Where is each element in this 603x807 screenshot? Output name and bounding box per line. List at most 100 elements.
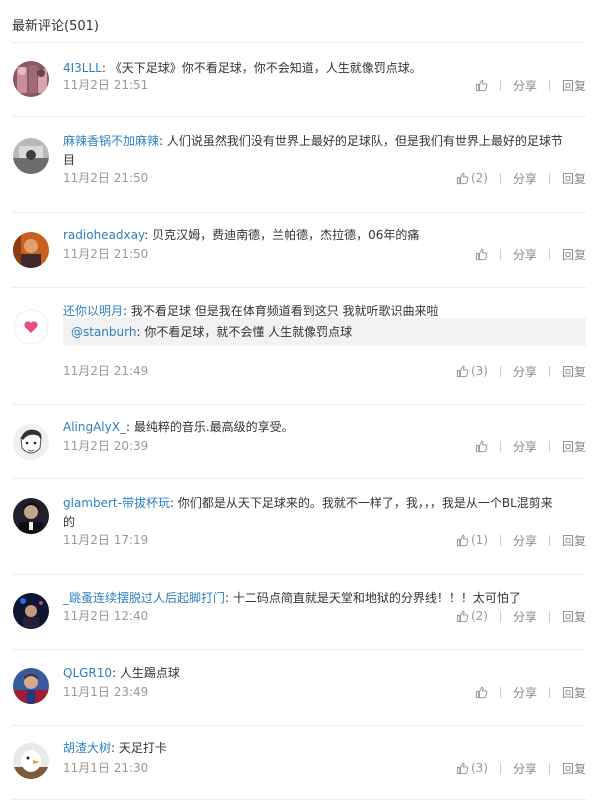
avatar-night-stage[interactable] [13,593,49,629]
action-divider [548,686,550,698]
comment-actions: 分享 回复 [475,245,586,263]
like-button[interactable] [475,79,488,92]
comment-body: radioheadxay: 贝克汉姆，费迪南德，兰帕德，杰拉德，06年的痛 [63,226,563,245]
like-button[interactable] [475,440,488,453]
share-button[interactable]: 分享 [513,77,537,94]
like-button[interactable] [475,248,488,261]
comment-actions: (3) 分享 回复 [456,362,586,380]
reply-button[interactable]: 回复 [562,760,586,777]
comment-time: 11月2日 20:39 [63,439,149,453]
like-button[interactable] [475,686,488,699]
comment-username[interactable]: 麻辣香锅不加麻辣 [63,134,159,148]
action-divider [548,172,550,184]
like-button[interactable]: (2) [456,171,488,185]
avatar-white-bird[interactable] [13,743,49,779]
share-button[interactable]: 分享 [513,760,537,777]
comment-username[interactable]: QLGR10 [63,666,112,680]
thumbs-up-icon [456,762,469,775]
comment-body: 麻辣香锅不加麻辣: 人们说虽然我们没有世界上最好的足球队，但是我们有世界上最好的… [63,132,563,170]
action-divider [499,686,501,698]
share-button[interactable]: 分享 [513,246,537,263]
comment-meta: 11月2日 20:39 分享 回复 [63,437,586,455]
comment-time: 11月2日 21:51 [63,78,149,92]
comment-meta: 11月2日 12:40 (2) 分享 回复 [63,607,586,625]
like-count: (3) [470,761,488,775]
like-count: (2) [470,171,488,185]
comment-time: 11月2日 17:19 [63,533,149,547]
quoted-text: 你不看足球，就不会懂 人生就像罚点球 [144,325,353,339]
share-button[interactable]: 分享 [513,684,537,701]
comment-item: radioheadxay: 贝克汉姆，费迪南德，兰帕德，杰拉德，06年的痛 11月… [0,212,603,287]
action-divider [548,610,550,622]
reply-button[interactable]: 回复 [562,170,586,187]
quoted-username[interactable]: @stanburh [71,325,136,339]
action-divider [548,365,550,377]
avatar-sketch-face[interactable] [13,424,49,460]
comment-text: 贝克汉姆，费迪南德，兰帕德，杰拉德，06年的痛 [148,228,420,242]
comment-meta: 11月2日 21:50 (2) 分享 回复 [63,169,586,187]
comment-body: _跳蚤连续摆脱过人后起脚打门: 十二码点简直就是天堂和地狱的分界线！！！太可怕了 [63,589,563,608]
avatar-gray-street[interactable] [13,138,49,174]
share-button[interactable]: 分享 [513,438,537,455]
comment-text: 我不看足球 但是我在体育频道看到这只 我就听歌识曲来啦 [127,304,439,318]
comment-actions: (3) 分享 回复 [456,759,586,777]
comment-username[interactable]: glambert-带拔杯玩 [63,496,170,510]
comment-text: 天足打卡 [115,741,167,755]
reply-button[interactable]: 回复 [562,684,586,701]
comment-username[interactable]: 还你以明月 [63,304,123,318]
share-button[interactable]: 分享 [513,532,537,549]
reply-button[interactable]: 回复 [562,532,586,549]
thumbs-up-icon [456,534,469,547]
comment-meta: 11月2日 21:51 分享 回复 [63,76,586,94]
reply-button[interactable]: 回复 [562,246,586,263]
comment-item: glambert-带拔杯玩: 你们都是从天下足球来的。我就不一样了，我，，，我是… [0,478,603,574]
avatar-dark-man[interactable] [13,498,49,534]
share-button[interactable]: 分享 [513,363,537,380]
comment-actions: 分享 回复 [475,76,586,94]
reply-button[interactable]: 回复 [562,608,586,625]
comment-username[interactable]: AlingAlyX_ [63,420,126,434]
comment-username[interactable]: _跳蚤连续摆脱过人后起脚打门 [63,591,225,605]
comment-meta: 11月1日 21:30 (3) 分享 回复 [63,759,586,777]
comment-item: 4I3LLL: 《天下足球》你不看足球，你不会知道，人生就像罚点球。 11月2日 … [0,43,603,116]
share-button[interactable]: 分享 [513,608,537,625]
reply-button[interactable]: 回复 [562,77,586,94]
comment-username[interactable]: radioheadxay [63,228,144,242]
share-button[interactable]: 分享 [513,170,537,187]
comment-time: 11月2日 12:40 [63,609,149,623]
comment-item: 还你以明月: 我不看足球 但是我在体育频道看到这只 我就听歌识曲来啦 @stanb… [0,287,603,404]
like-button[interactable]: (1) [456,533,488,547]
comment-time: 11月2日 21:50 [63,247,149,261]
action-divider [499,610,501,622]
reply-button[interactable]: 回复 [562,363,586,380]
comment-actions: 分享 回复 [475,437,586,455]
like-button[interactable]: (3) [456,364,488,378]
action-divider [499,172,501,184]
comment-actions: (2) 分享 回复 [456,607,586,625]
comment-time: 11月1日 23:49 [63,685,149,699]
comment-body: glambert-带拔杯玩: 你们都是从天下足球来的。我就不一样了，我，，，我是… [63,494,563,532]
quoted-reply: @stanburh: 你不看足球，就不会懂 人生就像罚点球 [63,318,586,346]
avatar-pink-crowd[interactable] [13,61,49,97]
action-divider [548,248,550,260]
action-divider [548,79,550,91]
action-divider [499,762,501,774]
avatar-heart[interactable] [13,309,49,345]
reply-button[interactable]: 回复 [562,438,586,455]
avatar-footballer[interactable] [13,668,49,704]
comments-header: 最新评论(501) [12,19,99,34]
comment-item: QLGR10: 人生踢点球 11月1日 23:49 分享 回复 [0,649,603,725]
comment-body: QLGR10: 人生踢点球 [63,664,563,683]
comment-body: AlingAlyX_: 最纯粹的音乐.最高级的享受。 [63,418,563,437]
comment-item: 胡渣大树: 天足打卡 11月1日 21:30 (3) 分享 回复 [0,725,603,799]
thumbs-up-icon [456,610,469,623]
comment-text: 最纯粹的音乐.最高级的享受。 [130,420,294,434]
avatar-orange-portrait[interactable] [13,232,49,268]
comment-actions: 分享 回复 [475,683,586,701]
action-divider [499,365,501,377]
comment-meta: 11月2日 21:49 (3) 分享 回复 [63,362,586,380]
like-button[interactable]: (3) [456,761,488,775]
like-button[interactable]: (2) [456,609,488,623]
comment-username[interactable]: 4I3LLL [63,61,102,75]
comment-username[interactable]: 胡渣大树 [63,741,111,755]
